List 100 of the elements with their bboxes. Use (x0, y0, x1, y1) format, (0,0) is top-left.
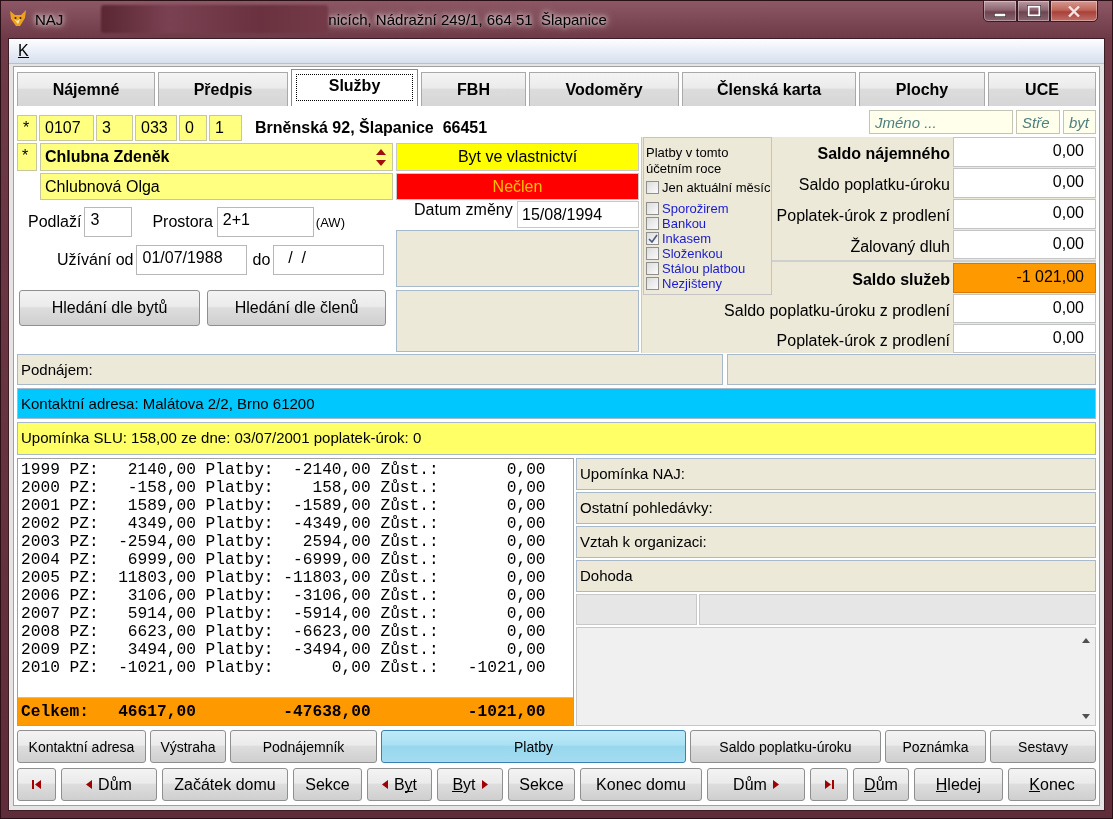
ledger-line: 2007 PZ: 5914,00 Platby: -5914,00 Zůst.: 0,00 (21, 605, 547, 623)
notes-field[interactable] (576, 627, 1096, 726)
nav-button[interactable]: Konec (1008, 768, 1096, 801)
space-label: Prostora (152, 213, 213, 231)
code-field[interactable]: 3 (96, 115, 133, 141)
tab[interactable]: Členská karta (682, 72, 856, 106)
balance-value: 0,00 (953, 137, 1096, 167)
ledger-line: 2000 PZ: -158,00 Platby: 158,00 Zůst.: 0,00 (21, 479, 547, 497)
window-title: nicích, Nádražní 249/1, 664 51 Šlapanice (328, 11, 607, 28)
ledger-line: 2006 PZ: 3106,00 Platby: -3106,00 Zůst.: 0,00 (21, 587, 547, 605)
search-button[interactable]: Hledání dle bytů (19, 290, 200, 326)
sublease-field: Podnájem: (17, 354, 723, 385)
checkbox-label[interactable]: Složenkou (662, 246, 723, 261)
code-field[interactable]: 033 (135, 115, 177, 141)
action-button[interactable]: Sestavy (990, 730, 1096, 763)
nav-button[interactable]: Dům (61, 768, 157, 801)
reminder-banner: Upomínka SLU: 158,00 ze dne: 03/07/2001 poplatek-úrok: 0 (17, 422, 1096, 455)
checkbox-label[interactable]: Inkasem (662, 231, 712, 246)
checkbox[interactable] (646, 217, 659, 230)
floor-field[interactable]: 3 (84, 207, 133, 237)
nav-button[interactable]: Dům (707, 768, 805, 801)
nav-button[interactable]: Dům (853, 768, 909, 801)
action-button[interactable]: Platby (381, 730, 686, 763)
tab[interactable]: Služby (291, 69, 418, 106)
address-text: Brněnská 92, Šlapanice 66451 (255, 119, 488, 137)
action-button[interactable]: Saldo poplatku-úroku (690, 730, 881, 763)
nav-button[interactable]: Začátek domu (162, 768, 288, 801)
maximize-icon (1026, 5, 1041, 17)
minimize-button[interactable] (983, 0, 1017, 22)
checkbox[interactable] (646, 181, 659, 194)
record-marker: * (17, 143, 37, 171)
nav-button[interactable] (810, 768, 848, 801)
tick-icon (647, 234, 658, 243)
nav-button[interactable] (17, 768, 56, 801)
date-field[interactable]: / / (273, 245, 385, 275)
ledger-line: 2010 PZ: -1021,00 Platby: 0,00 Zůst.: -1021,00 (21, 659, 547, 677)
checkbox-label[interactable]: Jen aktuální měsíc (662, 180, 771, 195)
ledger-line: 2002 PZ: 4349,00 Platby: -4349,00 Zůst.: 0,00 (21, 515, 547, 533)
nav-button[interactable]: Sekce (508, 768, 575, 801)
scroll-down-icon[interactable] (1082, 714, 1090, 719)
app-icon (8, 9, 28, 28)
action-button[interactable]: Poznámka (885, 730, 986, 763)
menu-item[interactable]: K (17, 42, 30, 60)
date-field[interactable]: 15/08/1994 (517, 201, 639, 228)
tab[interactable]: Nájemné (17, 72, 155, 106)
skip-forward-icon (824, 780, 834, 789)
space-note: (AW) (315, 214, 345, 230)
checkbox[interactable] (646, 277, 659, 290)
co-tenant-field[interactable]: Chlubnová Olga (40, 173, 393, 200)
balance-label: Poplatek-úrok z prodlení (775, 330, 951, 351)
code-field[interactable]: 1 (209, 115, 242, 141)
checkbox[interactable] (646, 247, 659, 260)
info-field: Upomínka NAJ: (576, 458, 1096, 490)
close-button[interactable] (1050, 0, 1098, 22)
search-button[interactable]: Hledání dle členů (207, 290, 386, 326)
nav-button[interactable]: Byt (437, 768, 503, 801)
tab[interactable]: Předpis (158, 72, 288, 106)
ledger-total: Celkem: 46617,00 -47638,00 -1021,00 (18, 697, 573, 725)
code-field[interactable]: 0107 (39, 115, 94, 141)
search-field[interactable]: Stře (1016, 110, 1060, 134)
balance-label: Saldo poplatku-úroku z prodlení (723, 300, 951, 321)
nav-button[interactable]: Hledej (914, 768, 1003, 801)
space-field[interactable]: 2+1 (216, 207, 314, 237)
action-button[interactable]: Podnájemník (230, 730, 377, 763)
balance-value: -1 021,00 (953, 263, 1096, 293)
balance-value: 0,00 (953, 199, 1096, 229)
tenant-field[interactable]: Chlubna Zdeněk (40, 143, 393, 171)
checkbox-label[interactable]: Stálou platbou (662, 261, 746, 276)
checkbox[interactable] (646, 202, 659, 215)
search-field[interactable]: byt (1063, 110, 1096, 134)
up-triangle-icon[interactable] (376, 148, 386, 155)
down-triangle-icon[interactable] (376, 159, 386, 166)
ledger-line: 1999 PZ: 2140,00 Platby: -2140,00 Zůst.: 0,00 (21, 461, 547, 479)
balance-value: 0,00 (953, 324, 1096, 353)
balance-value: 0,00 (953, 168, 1096, 198)
nav-button[interactable]: Byt (367, 768, 432, 801)
checkbox-label[interactable]: Sporožirem (662, 201, 729, 216)
search-field[interactable]: Jméno ... (869, 110, 1013, 134)
tab[interactable]: Vodoměry (529, 72, 679, 106)
tab[interactable]: Plochy (859, 72, 985, 106)
action-button[interactable]: Výstraha (150, 730, 226, 763)
date-field[interactable]: 01/07/1988 (136, 245, 248, 275)
maximize-button[interactable] (1017, 0, 1050, 22)
ledger-line: 2003 PZ: -2594,00 Platby: 2594,00 Zůst.: 0,00 (21, 533, 547, 551)
change-date-label: Datum změny (414, 201, 513, 219)
checkbox-label[interactable]: Bankou (662, 216, 707, 231)
ledger-line: 2001 PZ: 1589,00 Platby: -1589,00 Zůst.: 0,00 (21, 497, 547, 515)
membership-label: Nečlen (396, 173, 639, 200)
balance-value: 0,00 (953, 294, 1096, 323)
nav-button[interactable]: Sekce (293, 768, 362, 801)
checkbox[interactable] (646, 262, 659, 275)
checkbox-label[interactable]: Nezjišteny (662, 276, 722, 291)
tab[interactable]: UCE (988, 72, 1096, 106)
nav-button[interactable]: Konec domu (580, 768, 702, 801)
tab[interactable]: FBH (421, 72, 526, 106)
action-button[interactable]: Kontaktní adresa (17, 730, 146, 763)
code-field[interactable]: 0 (179, 115, 207, 141)
scroll-up-icon[interactable] (1082, 638, 1090, 643)
balance-label: Poplatek-úrok z prodlení (775, 206, 951, 226)
checkbox[interactable] (646, 232, 659, 245)
